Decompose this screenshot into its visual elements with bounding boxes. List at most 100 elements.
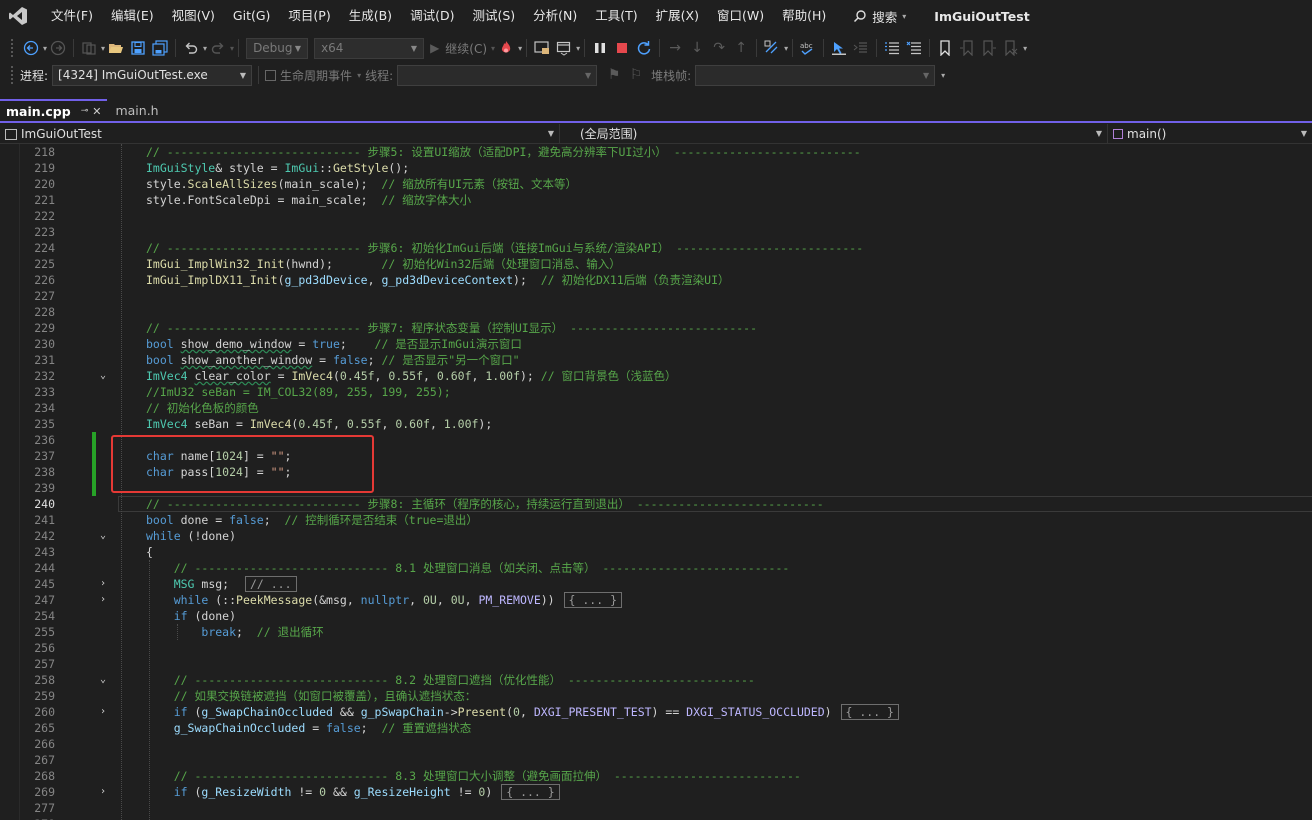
- code-line[interactable]: 230 bool show_demo_window = true; // 是否显示…: [0, 336, 1312, 352]
- code-line[interactable]: 243 {: [0, 544, 1312, 560]
- code-text[interactable]: ImGui_ImplDX11_Init(g_pd3dDevice, g_pd3d…: [146, 272, 730, 288]
- code-text[interactable]: {: [146, 544, 153, 560]
- code-line[interactable]: 278: [0, 816, 1312, 820]
- navigate-back-button[interactable]: [20, 37, 42, 59]
- toolbar-overflow-icon[interactable]: ▾: [941, 71, 945, 80]
- expand-region-icon[interactable]: ›: [98, 592, 108, 608]
- code-line[interactable]: 267: [0, 752, 1312, 768]
- clear-bookmarks-button[interactable]: [1000, 37, 1022, 59]
- toolbar-grip[interactable]: [10, 38, 14, 58]
- search-button[interactable]: 搜索 ▾: [845, 0, 914, 32]
- hot-reload-button[interactable]: [495, 37, 517, 59]
- menu-item[interactable]: 窗口(W): [708, 0, 773, 32]
- scope-dropdown[interactable]: (全局范围) ▼: [560, 124, 1108, 143]
- code-text[interactable]: g_SwapChainOccluded = false; // 重置遮挡状态: [146, 720, 472, 736]
- code-line[interactable]: 259 // 如果交换链被遮挡（如窗口被覆盖），且确认遮挡状态：: [0, 688, 1312, 704]
- code-text[interactable]: style.ScaleAllSizes(main_scale); // 缩放所有…: [146, 176, 577, 192]
- code-text[interactable]: break; // 退出循环: [146, 624, 323, 640]
- platform-dropdown[interactable]: x64 ▼: [314, 37, 425, 59]
- close-icon[interactable]: ✕: [92, 105, 101, 118]
- code-line[interactable]: 219 ImGuiStyle& style = ImGui::GetStyle()…: [0, 160, 1312, 176]
- chevron-down-icon[interactable]: ▾: [357, 71, 361, 80]
- chevron-down-icon[interactable]: ▾: [784, 44, 788, 53]
- spell-check-button[interactable]: abc: [797, 37, 819, 59]
- menu-item[interactable]: 扩展(X): [647, 0, 708, 32]
- pin-icon[interactable]: ⊸: [81, 106, 89, 116]
- code-text[interactable]: style.FontScaleDpi = main_scale; // 缩放字体…: [146, 192, 471, 208]
- menu-item[interactable]: 编辑(E): [102, 0, 163, 32]
- menu-item[interactable]: 项目(P): [279, 0, 339, 32]
- menu-item[interactable]: 调试(D): [401, 0, 463, 32]
- restart-button[interactable]: [633, 37, 655, 59]
- tab-main-h[interactable]: main.h: [107, 99, 166, 121]
- code-text[interactable]: // 如果交换链被遮挡（如窗口被覆盖），且确认遮挡状态：: [146, 688, 477, 704]
- code-text[interactable]: while (!done): [146, 528, 236, 544]
- code-line[interactable]: 258 ⌄ // ---------------------------- 8.2…: [0, 672, 1312, 688]
- code-line[interactable]: 265 g_SwapChainOccluded = false; // 重置遮挡…: [0, 720, 1312, 736]
- code-line[interactable]: 260 › if (g_SwapChainOccluded && g_pSwapC…: [0, 704, 1312, 720]
- code-line[interactable]: 234 // 初始化色板的颜色: [0, 400, 1312, 416]
- code-line[interactable]: 232 ⌄ ImVec4 clear_color = ImVec4(0.45f, 0…: [0, 368, 1312, 384]
- process-dropdown[interactable]: [4324] ImGuiOutTest.exe ▼: [52, 64, 253, 86]
- code-text[interactable]: MSG msg; // ...: [146, 576, 297, 592]
- show-flagged-threads-button[interactable]: ⚐: [625, 64, 647, 86]
- code-line[interactable]: 228: [0, 304, 1312, 320]
- code-line[interactable]: 266: [0, 736, 1312, 752]
- navigate-forward-button[interactable]: [47, 37, 69, 59]
- expand-region-icon[interactable]: ›: [98, 704, 108, 720]
- code-text[interactable]: // ---------------------------- 步骤6: 初始化…: [146, 240, 863, 256]
- code-text[interactable]: //ImU32 seBan = IM_COL32(89, 255, 199, 2…: [146, 384, 451, 400]
- thread-dropdown[interactable]: ▼: [397, 64, 598, 86]
- step-out-button[interactable]: ↑: [730, 37, 752, 59]
- code-text[interactable]: // ---------------------------- 步骤8: 主循环…: [146, 496, 824, 512]
- toggle-breakpoint-button[interactable]: [828, 37, 850, 59]
- new-project-button[interactable]: [78, 37, 100, 59]
- code-line[interactable]: 256: [0, 640, 1312, 656]
- code-text[interactable]: if (g_ResizeWidth != 0 && g_ResizeHeight…: [146, 784, 560, 800]
- code-line[interactable]: 229 // ---------------------------- 步骤7: …: [0, 320, 1312, 336]
- code-text[interactable]: ImVec4 clear_color = ImVec4(0.45f, 0.55f…: [146, 368, 677, 384]
- code-text[interactable]: if (g_SwapChainOccluded && g_pSwapChain-…: [146, 704, 899, 720]
- code-line[interactable]: 227: [0, 288, 1312, 304]
- code-line[interactable]: 268 // ---------------------------- 8.3 …: [0, 768, 1312, 784]
- toolbar-overflow-icon[interactable]: ▾: [1023, 44, 1027, 53]
- chevron-down-icon[interactable]: ▾: [518, 44, 522, 53]
- code-line[interactable]: 245 › MSG msg; // ...: [0, 576, 1312, 592]
- code-text[interactable]: bool show_demo_window = true; // 是否显示ImG…: [146, 336, 522, 352]
- menu-item[interactable]: 工具(T): [586, 0, 646, 32]
- code-line[interactable]: 244 // ---------------------------- 8.1 …: [0, 560, 1312, 576]
- menu-item[interactable]: 帮助(H): [773, 0, 835, 32]
- code-text[interactable]: ImGui_ImplWin32_Init(hwnd); // 初始化Win32后…: [146, 256, 621, 272]
- code-text[interactable]: // ---------------------------- 8.3 处理窗口…: [146, 768, 801, 784]
- code-line[interactable]: 224 // ---------------------------- 步骤6: …: [0, 240, 1312, 256]
- flag-thread-button[interactable]: ⚑: [603, 64, 625, 86]
- step-over-button[interactable]: ↷: [708, 37, 730, 59]
- stack-frame-dropdown[interactable]: ▼: [695, 64, 936, 86]
- expand-region-icon[interactable]: ›: [98, 576, 108, 592]
- code-text[interactable]: // 初始化色板的颜色: [146, 400, 259, 416]
- code-line[interactable]: 241 bool done = false; // 控制循环是否结束（true=退…: [0, 512, 1312, 528]
- collapse-region-icon[interactable]: ⌄: [98, 528, 108, 544]
- show-next-statement-button[interactable]: →: [664, 37, 686, 59]
- toolbar-grip[interactable]: [10, 65, 14, 85]
- code-text[interactable]: // ---------------------------- 步骤7: 程序状…: [146, 320, 757, 336]
- uncomment-lines-button[interactable]: [903, 37, 925, 59]
- menu-item[interactable]: Git(G): [224, 0, 280, 32]
- member-dropdown[interactable]: main() ▼: [1108, 124, 1312, 143]
- menu-item[interactable]: 视图(V): [163, 0, 224, 32]
- collapse-region-icon[interactable]: ⌄: [98, 368, 108, 384]
- code-text[interactable]: bool show_another_window = false; // 是否显…: [146, 352, 520, 368]
- menu-item[interactable]: 文件(F): [42, 0, 102, 32]
- code-line[interactable]: 257: [0, 656, 1312, 672]
- application-insights-button[interactable]: [553, 37, 575, 59]
- open-file-button[interactable]: [105, 37, 127, 59]
- code-line[interactable]: 269 › if (g_ResizeWidth != 0 && g_ResizeH…: [0, 784, 1312, 800]
- redo-button[interactable]: [207, 37, 229, 59]
- outdent-button[interactable]: [850, 37, 872, 59]
- chevron-down-icon[interactable]: ▾: [576, 44, 580, 53]
- tab-main-cpp[interactable]: main.cpp ⊸ ✕: [0, 99, 108, 121]
- code-line[interactable]: 221 style.FontScaleDpi = main_scale; // 缩…: [0, 192, 1312, 208]
- toggle-bookmark-button[interactable]: [934, 37, 956, 59]
- save-button[interactable]: [127, 37, 149, 59]
- code-line[interactable]: 242 ⌄ while (!done): [0, 528, 1312, 544]
